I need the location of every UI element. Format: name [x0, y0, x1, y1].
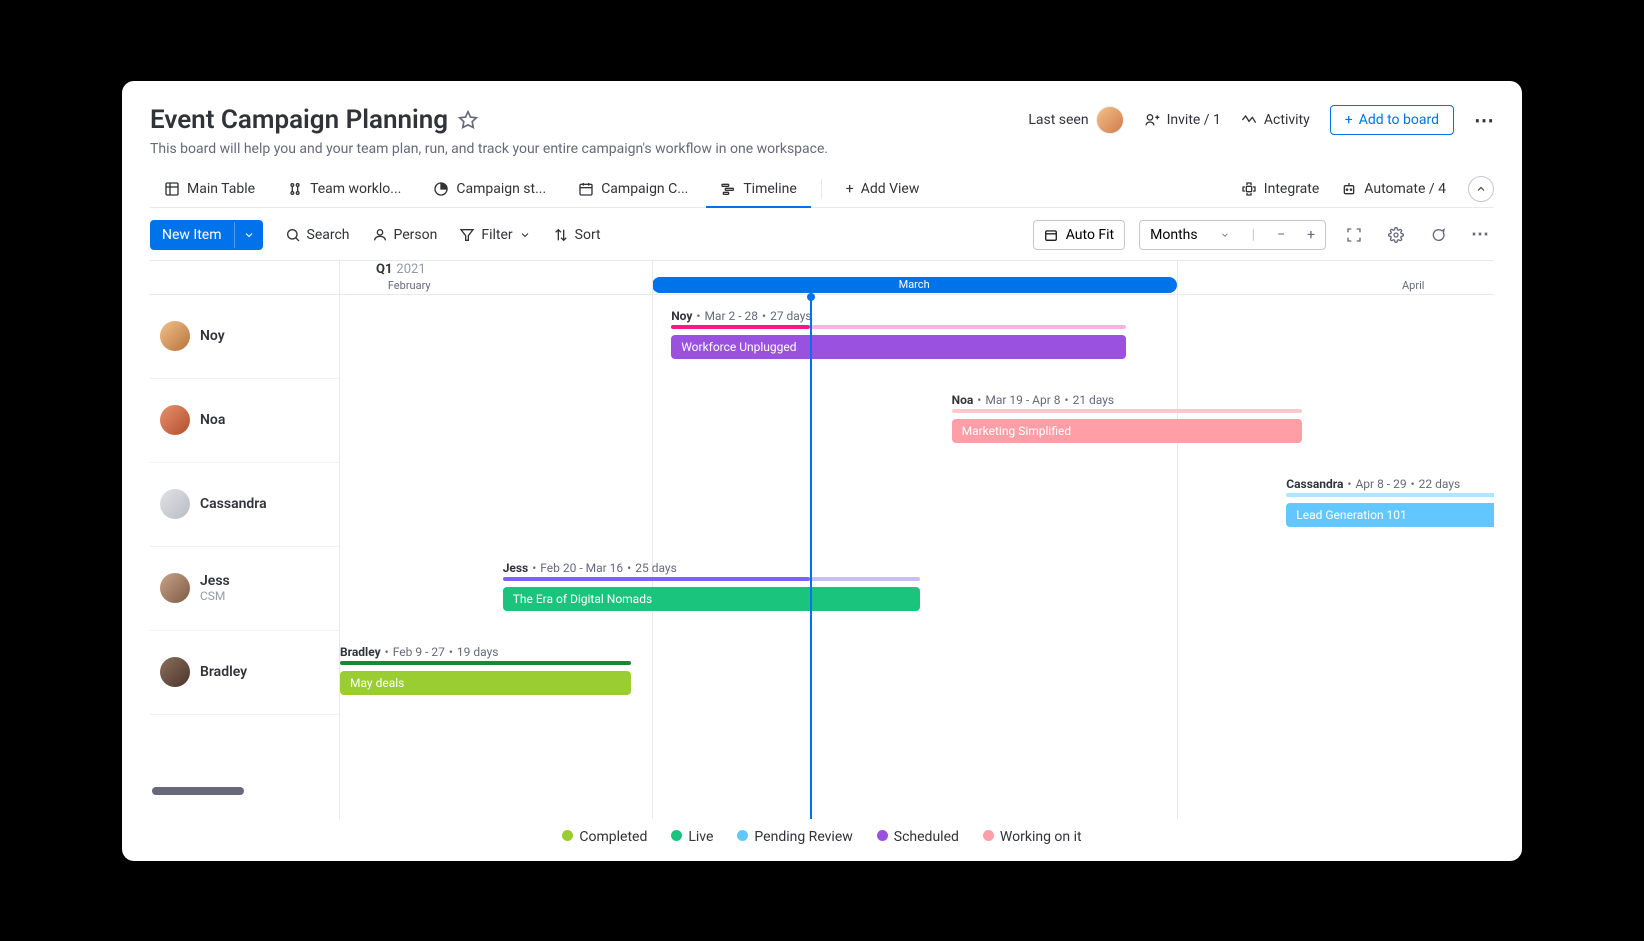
- zoom-in-icon[interactable]: +: [1307, 227, 1315, 243]
- timeline-lane: Noa•Mar 19 - Apr 8•21 days Marketing Simp…: [340, 379, 1494, 463]
- integrate-button[interactable]: Integrate: [1241, 181, 1320, 197]
- timeline-toolbar: New Item Search Person Filter Sort: [150, 208, 1494, 260]
- auto-fit-button[interactable]: Auto Fit: [1033, 220, 1125, 250]
- zoom-out-icon[interactable]: −: [1277, 227, 1285, 243]
- avatar-icon: [160, 657, 190, 687]
- horizontal-scrollbar[interactable]: [152, 787, 244, 795]
- more-icon[interactable]: ⋯: [1466, 221, 1494, 249]
- legend-item: Scheduled: [877, 829, 959, 845]
- timeline-grid[interactable]: Q12021 February March April Noy•Mar 2 - 28…: [340, 261, 1494, 819]
- legend-item: Completed: [562, 829, 647, 845]
- more-menu-icon[interactable]: ⋯: [1474, 108, 1494, 132]
- timeline-lane: Bradley•Feb 9 - 27•19 days May deals: [340, 631, 1494, 715]
- month-label: February: [388, 279, 431, 292]
- board-title: Event Campaign Planning: [150, 105, 448, 135]
- task-bar[interactable]: Lead Generation 101: [1286, 503, 1494, 527]
- task-bar[interactable]: Marketing Simplified: [952, 419, 1303, 443]
- last-seen[interactable]: Last seen: [1028, 106, 1123, 134]
- board-header: Event Campaign Planning This board will …: [150, 105, 1494, 157]
- chevron-down-icon: [1220, 230, 1230, 240]
- avatar-icon: [160, 573, 190, 603]
- avatar-icon: [160, 489, 190, 519]
- new-item-button[interactable]: New Item: [150, 220, 263, 250]
- task-bar[interactable]: The Era of Digital Nomads: [503, 587, 921, 611]
- person-name: Noa: [200, 412, 225, 428]
- invite-button[interactable]: Invite / 1: [1144, 112, 1221, 128]
- progress-bar[interactable]: [671, 325, 809, 329]
- chevron-down-icon[interactable]: [234, 222, 263, 248]
- fullscreen-icon[interactable]: [1340, 221, 1368, 249]
- add-to-board-button[interactable]: + Add to board: [1330, 105, 1454, 135]
- month-active[interactable]: March: [652, 277, 1177, 293]
- automate-button[interactable]: Automate / 4: [1341, 181, 1446, 197]
- tab-team-workload[interactable]: Team worklo...: [273, 171, 415, 207]
- person-name: Cassandra: [200, 496, 267, 512]
- month-label: April: [1402, 279, 1424, 292]
- legend-item: Working on it: [983, 829, 1082, 845]
- avatar-icon: [160, 321, 190, 351]
- legend-dot: [877, 830, 888, 841]
- legend-dot: [671, 830, 682, 841]
- quarter-label: Q12021: [340, 261, 1494, 279]
- legend-dot: [562, 830, 573, 841]
- plus-icon: +: [1345, 112, 1353, 128]
- legend-dot: [737, 830, 748, 841]
- person-row[interactable]: Bradley: [150, 631, 339, 715]
- legend-item: Pending Review: [737, 829, 852, 845]
- progress-bar-remaining[interactable]: [810, 325, 1126, 329]
- sort-button[interactable]: Sort: [553, 227, 601, 243]
- people-column: Noy Noa Cassandra Jess CSM Bradley: [150, 261, 340, 819]
- board-window: Event Campaign Planning This board will …: [122, 81, 1522, 861]
- bar-label: Noa•Mar 19 - Apr 8•21 days: [952, 393, 1115, 407]
- search-button[interactable]: Search: [285, 227, 350, 243]
- task-bar[interactable]: May deals: [340, 671, 631, 695]
- person-row[interactable]: Cassandra: [150, 463, 339, 547]
- avatar-icon: [160, 405, 190, 435]
- person-row[interactable]: Noa: [150, 379, 339, 463]
- timeline-lane: Jess•Feb 20 - Mar 16•25 days The Era of D…: [340, 547, 1494, 631]
- today-marker: [810, 293, 812, 819]
- avatar-icon: [1096, 106, 1124, 134]
- timeline-lane: Noy•Mar 2 - 28•27 days Workforce Unplugge…: [340, 295, 1494, 379]
- tab-main-table[interactable]: Main Table: [150, 171, 269, 207]
- view-tabs: Main Table Team worklo... Campaign st...…: [150, 171, 1494, 208]
- board-description: This board will help you and your team p…: [150, 141, 828, 157]
- status-legend: Completed Live Pending Review Scheduled Work…: [150, 819, 1494, 849]
- filter-button[interactable]: Filter: [459, 227, 530, 243]
- person-name: Noy: [200, 328, 225, 344]
- person-row[interactable]: Noy: [150, 295, 339, 379]
- activity-button[interactable]: Activity: [1241, 112, 1310, 128]
- timeline-lane: Cassandra•Apr 8 - 29•22 days Lead Generat…: [340, 463, 1494, 547]
- bar-label: Bradley•Feb 9 - 27•19 days: [340, 645, 498, 659]
- tab-timeline[interactable]: Timeline: [706, 171, 810, 207]
- settings-icon[interactable]: [1382, 221, 1410, 249]
- person-filter-button[interactable]: Person: [372, 227, 438, 243]
- legend-item: Live: [671, 829, 713, 845]
- person-name: Jess: [200, 573, 230, 589]
- timeline-view: Noy Noa Cassandra Jess CSM Bradley Q1202…: [150, 260, 1494, 819]
- star-icon[interactable]: [458, 110, 478, 130]
- bar-label: Jess•Feb 20 - Mar 16•25 days: [503, 561, 677, 575]
- legend-dot: [983, 830, 994, 841]
- progress-bar-remaining[interactable]: [952, 409, 1303, 413]
- progress-bar[interactable]: [503, 577, 810, 581]
- chevron-down-icon: [519, 229, 531, 241]
- progress-bar-remaining[interactable]: [810, 577, 921, 581]
- collapse-icon[interactable]: [1468, 176, 1494, 202]
- add-view-button[interactable]: + Add View: [832, 171, 934, 207]
- bar-label: Cassandra•Apr 8 - 29•22 days: [1286, 477, 1460, 491]
- bar-label: Noy•Mar 2 - 28•27 days: [671, 309, 811, 323]
- chat-icon[interactable]: [1424, 221, 1452, 249]
- person-subtitle: CSM: [200, 589, 230, 603]
- tab-campaign-status[interactable]: Campaign st...: [419, 171, 560, 207]
- person-row[interactable]: Jess CSM: [150, 547, 339, 631]
- progress-bar-remaining[interactable]: [1286, 493, 1494, 497]
- plus-icon: +: [846, 181, 854, 197]
- task-bar[interactable]: Workforce Unplugged: [671, 335, 1126, 359]
- tab-campaign-calendar[interactable]: Campaign C...: [564, 171, 702, 207]
- person-name: Bradley: [200, 664, 247, 680]
- progress-bar[interactable]: [340, 661, 631, 665]
- scale-selector[interactable]: Months | − +: [1139, 220, 1326, 250]
